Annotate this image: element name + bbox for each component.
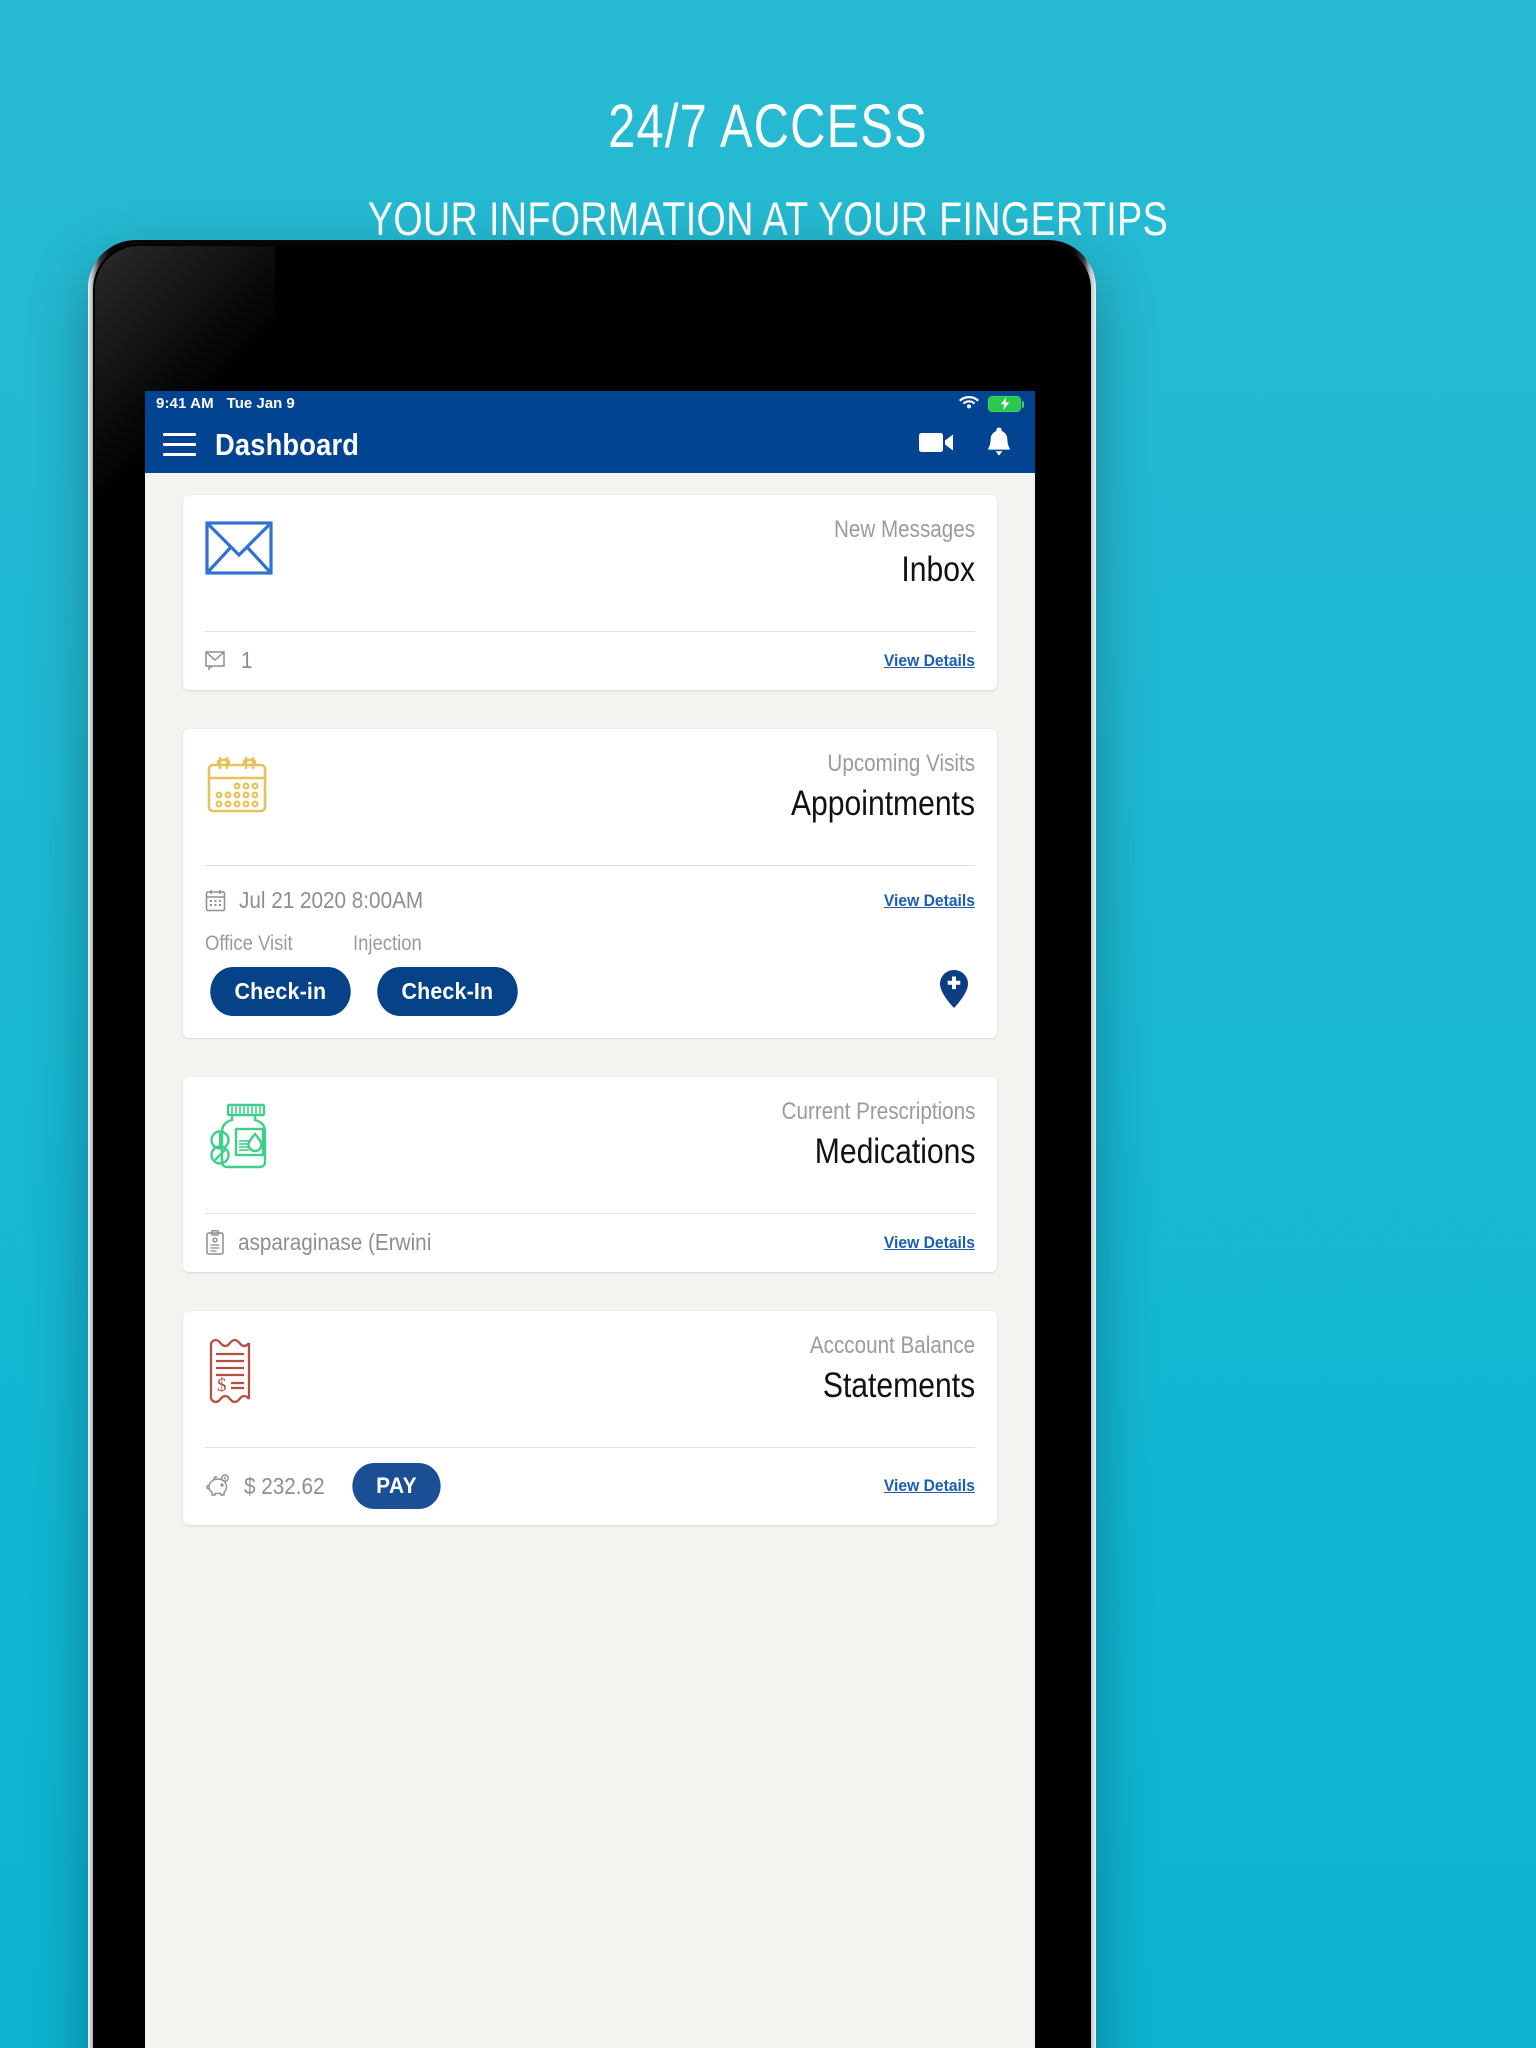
status-date: Tue Jan 9	[226, 395, 295, 412]
calendar-small-icon	[205, 889, 226, 912]
calendar-icon	[205, 747, 269, 822]
app-navbar: Dashboard	[145, 416, 1035, 473]
visit-type-label: Injection	[353, 932, 422, 955]
visit-type-label: Office Visit	[205, 932, 293, 955]
card-appointments[interactable]: Upcoming Visits Appointments Jul 21 2020…	[183, 729, 997, 1038]
unread-mail-icon	[205, 650, 228, 671]
account-balance-amount: $ 232.62	[244, 1472, 325, 1499]
card-title: Inbox	[901, 550, 975, 590]
map-pin-plus-icon[interactable]	[939, 969, 975, 1014]
card-subtitle: Upcoming Visits	[827, 750, 975, 777]
view-details-link[interactable]: View Details	[884, 1476, 975, 1496]
card-subtitle: New Messages	[833, 516, 975, 543]
card-title: Statements	[822, 1366, 975, 1406]
envelope-icon	[205, 513, 273, 580]
card-statements[interactable]: $ Acccount Balance Statements $ 232.62 P…	[183, 1311, 997, 1525]
page-title: Dashboard	[215, 426, 360, 462]
pill-bottle-icon	[205, 1095, 277, 1174]
card-medications[interactable]: Current Prescriptions Medications aspara…	[183, 1077, 997, 1272]
promo-header: 24/7 ACCESS YOUR INFORMATION AT YOUR FIN…	[0, 92, 1536, 245]
dashboard-content: New Messages Inbox 1 View Details Upcomi…	[145, 473, 1035, 2048]
svg-text:$: $	[217, 1375, 227, 1396]
wifi-icon	[958, 393, 980, 414]
card-subtitle: Acccount Balance	[809, 1332, 975, 1359]
card-title: Appointments	[790, 784, 975, 824]
promo-title: 24/7 ACCESS	[608, 92, 928, 160]
check-in-button-office-visit[interactable]: Check-in	[210, 967, 351, 1016]
receipt-icon: $	[205, 1329, 255, 1410]
clipboard-icon	[205, 1230, 225, 1255]
video-camera-icon[interactable]	[919, 430, 955, 460]
hamburger-menu-icon[interactable]	[163, 433, 196, 456]
pay-button[interactable]: PAY	[351, 1463, 441, 1509]
medication-name: asparaginase (Erwini	[238, 1229, 432, 1255]
card-subtitle: Current Prescriptions	[781, 1098, 975, 1125]
piggy-bank-icon	[205, 1474, 231, 1498]
view-details-link[interactable]: View Details	[884, 891, 975, 911]
view-details-link[interactable]: View Details	[884, 651, 975, 671]
card-title: Medications	[814, 1132, 975, 1172]
status-time: 9:41 AM	[156, 395, 214, 412]
card-inbox[interactable]: New Messages Inbox 1 View Details	[183, 495, 997, 690]
app-screen: 9:41 AM Tue Jan 9 Dashboard New Messages…	[145, 391, 1035, 2048]
status-bar: 9:41 AM Tue Jan 9	[145, 391, 1035, 416]
battery-charging-icon	[988, 395, 1024, 412]
unread-count: 1	[241, 647, 253, 673]
check-in-button-injection[interactable]: Check-In	[377, 967, 518, 1016]
appointment-datetime: Jul 21 2020 8:00AM	[239, 887, 424, 913]
notification-bell-icon[interactable]	[985, 427, 1013, 462]
view-details-link[interactable]: View Details	[884, 1233, 975, 1253]
promo-subtitle: YOUR INFORMATION AT YOUR FINGERTIPS	[367, 192, 1169, 245]
